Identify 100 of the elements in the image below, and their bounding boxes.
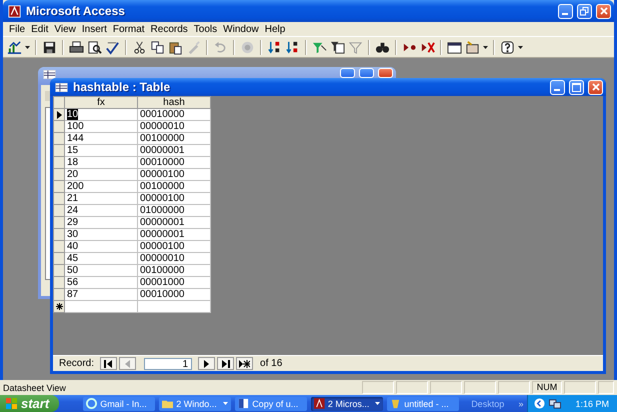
table-cell: 18 bbox=[64, 156, 138, 168]
last-record-icon bbox=[220, 360, 232, 368]
table-cell: 29 bbox=[64, 216, 138, 228]
paste-icon[interactable] bbox=[168, 40, 183, 54]
sort-descending-icon[interactable] bbox=[285, 40, 300, 54]
caret-icon[interactable] bbox=[25, 46, 30, 48]
taskbar-button[interactable]: Copy of u... bbox=[235, 396, 308, 410]
last-record-button[interactable] bbox=[217, 357, 234, 370]
menu-item[interactable]: Records bbox=[150, 24, 188, 34]
row-selector[interactable] bbox=[54, 108, 64, 120]
table-cell: 56 bbox=[64, 276, 138, 288]
new-record-button[interactable] bbox=[236, 357, 254, 370]
table-cell: 00010000 bbox=[138, 108, 210, 120]
app-icon[interactable] bbox=[7, 4, 22, 18]
table-cell: 40 bbox=[64, 240, 138, 252]
menu-item[interactable]: File bbox=[9, 24, 26, 34]
record-label: Record: bbox=[59, 358, 94, 369]
restore-button[interactable] bbox=[577, 4, 592, 18]
status-panel bbox=[598, 381, 614, 394]
table-cell: 30 bbox=[64, 228, 138, 240]
table-cell: 00000001 bbox=[138, 228, 210, 240]
print-icon[interactable] bbox=[69, 40, 84, 54]
window-title: Microsoft Access bbox=[26, 4, 126, 18]
table-icon[interactable] bbox=[42, 68, 57, 81]
copy-icon[interactable] bbox=[150, 40, 165, 54]
cut-icon[interactable] bbox=[132, 40, 147, 54]
maximize-icon bbox=[572, 82, 581, 92]
close-button[interactable] bbox=[596, 4, 611, 18]
program-icon bbox=[390, 398, 402, 409]
new-object-icon[interactable] bbox=[465, 40, 480, 54]
table-cell: 24 bbox=[64, 204, 138, 216]
window-icon[interactable] bbox=[447, 40, 462, 54]
table-cell: 00100000 bbox=[138, 132, 210, 144]
print-preview-icon[interactable] bbox=[87, 40, 102, 54]
first-record-icon bbox=[103, 360, 114, 368]
table-cell: 100 bbox=[64, 120, 138, 132]
menu-item[interactable]: Help bbox=[264, 24, 286, 34]
table-cell: 200 bbox=[64, 180, 138, 192]
next-record-button[interactable] bbox=[198, 357, 216, 370]
caret-icon[interactable] bbox=[375, 402, 380, 405]
status-panel bbox=[396, 381, 428, 394]
maximize-button[interactable] bbox=[359, 68, 374, 78]
chevron-button[interactable]: » bbox=[518, 398, 524, 408]
help-icon[interactable] bbox=[500, 40, 515, 54]
table-cell: 45 bbox=[64, 252, 138, 264]
taskbar-button[interactable]: 2 Windo... bbox=[159, 396, 232, 410]
minimize-button[interactable] bbox=[558, 4, 573, 18]
maximize-button[interactable] bbox=[569, 80, 584, 94]
table-cell: 00000001 bbox=[138, 144, 210, 156]
row-selector[interactable] bbox=[54, 300, 64, 312]
restore-icon bbox=[580, 6, 589, 16]
spelling-icon[interactable] bbox=[105, 40, 120, 54]
table-cell: 00010000 bbox=[138, 156, 210, 168]
close-icon bbox=[592, 83, 600, 91]
first-record-button[interactable] bbox=[100, 357, 118, 370]
table-cell: 144 bbox=[64, 132, 138, 144]
status-panel bbox=[362, 381, 394, 394]
menu-item[interactable]: Window bbox=[223, 24, 259, 34]
menu-item[interactable]: Format bbox=[112, 24, 145, 34]
table-cell: 00100000 bbox=[138, 180, 210, 192]
sort-ascending-icon[interactable] bbox=[267, 40, 282, 54]
menu-item[interactable]: Edit bbox=[31, 24, 48, 34]
save-icon[interactable] bbox=[42, 40, 57, 54]
status-panel bbox=[498, 381, 530, 394]
taskbar-button[interactable]: untitled - ... bbox=[387, 396, 460, 410]
close-icon bbox=[600, 7, 608, 15]
table-cell: 00100000 bbox=[138, 264, 210, 276]
program-icon bbox=[238, 398, 250, 409]
caret-icon[interactable] bbox=[518, 46, 523, 48]
view-icon[interactable] bbox=[7, 40, 22, 54]
program-icon bbox=[314, 398, 325, 409]
column-header[interactable]: fx bbox=[64, 96, 138, 108]
minimize-button[interactable] bbox=[550, 80, 565, 94]
taskbar-button[interactable]: 2 Micros... bbox=[311, 396, 384, 410]
clock: 1:16 PM bbox=[575, 398, 609, 408]
filter-form-icon[interactable] bbox=[330, 40, 345, 54]
window-title: hashtable : Table bbox=[73, 80, 172, 94]
delete-record-icon[interactable] bbox=[420, 40, 435, 54]
column-header[interactable]: hash bbox=[138, 96, 210, 108]
taskbar-button[interactable]: Gmail - In... bbox=[83, 396, 156, 410]
minimize-button[interactable] bbox=[340, 68, 355, 78]
status-panel bbox=[464, 381, 496, 394]
close-button[interactable] bbox=[588, 80, 603, 94]
menu-item[interactable]: Insert bbox=[82, 24, 107, 34]
menu-item[interactable]: Tools bbox=[194, 24, 218, 34]
close-button[interactable] bbox=[378, 68, 393, 78]
table-cell: 15 bbox=[64, 144, 138, 156]
table-cell: 00010000 bbox=[138, 288, 210, 300]
network-icon[interactable] bbox=[549, 398, 562, 409]
record-number-field[interactable]: 1 bbox=[144, 358, 192, 370]
table-cell: 00000100 bbox=[138, 240, 210, 252]
record-count: of 16 bbox=[260, 358, 282, 369]
table-cell: 10 bbox=[64, 108, 138, 120]
table-cell: 00000100 bbox=[138, 168, 210, 180]
caret-icon[interactable] bbox=[483, 46, 488, 48]
table-icon[interactable] bbox=[54, 80, 69, 94]
table-cell: 20 bbox=[64, 168, 138, 180]
table-cell: 87 bbox=[64, 288, 138, 300]
status-indicator: NUM bbox=[532, 381, 562, 394]
menu-item[interactable]: View bbox=[54, 24, 76, 34]
